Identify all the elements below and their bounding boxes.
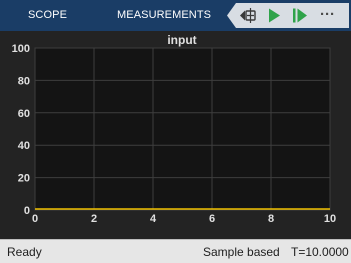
y-tick-label: 20 xyxy=(18,173,30,185)
y-tick-label: 100 xyxy=(12,43,30,55)
x-tick-label: 2 xyxy=(91,213,97,225)
y-tick-label: 80 xyxy=(18,75,30,87)
simulation-time: T=10.0000 xyxy=(291,245,349,259)
x-tick-label: 0 xyxy=(32,213,38,225)
tab-scope[interactable]: SCOPE xyxy=(28,0,67,31)
x-tick-label: 10 xyxy=(324,213,336,225)
axes-area[interactable] xyxy=(35,48,330,210)
step-back-button[interactable] xyxy=(237,3,259,28)
y-tick-labels: 0 20 40 60 80 100 xyxy=(12,43,30,217)
status-text: Ready xyxy=(7,245,42,259)
scope-figure: 0 20 40 60 80 100 0 2 4 6 8 10 input xyxy=(0,31,351,239)
more-options-button[interactable]: ··· xyxy=(315,3,343,28)
plot-title: input xyxy=(167,33,196,47)
x-tick-labels: 0 2 4 6 8 10 xyxy=(32,213,336,225)
quick-access-bar: ··· xyxy=(227,3,349,28)
run-button[interactable] xyxy=(263,3,285,28)
tab-measurements[interactable]: MEASUREMENTS xyxy=(117,0,211,31)
y-tick-label: 40 xyxy=(18,140,30,152)
toolstrip: SCOPE MEASUREMENTS ··· xyxy=(0,0,351,31)
x-tick-label: 4 xyxy=(150,213,157,225)
x-tick-label: 8 xyxy=(268,213,274,225)
scope-plot: 0 20 40 60 80 100 0 2 4 6 8 10 input xyxy=(12,33,336,225)
step-forward-button[interactable] xyxy=(289,3,311,28)
x-tick-label: 6 xyxy=(209,213,215,225)
run-icon xyxy=(269,8,280,23)
more-options-icon: ··· xyxy=(320,6,335,23)
sample-mode-label: Sample based xyxy=(203,245,280,259)
y-tick-label: 0 xyxy=(24,205,30,217)
step-back-icon xyxy=(240,8,256,23)
y-tick-label: 60 xyxy=(18,108,30,120)
step-forward-icon xyxy=(293,8,307,23)
status-bar: Ready Sample based T=10.0000 xyxy=(0,239,351,263)
